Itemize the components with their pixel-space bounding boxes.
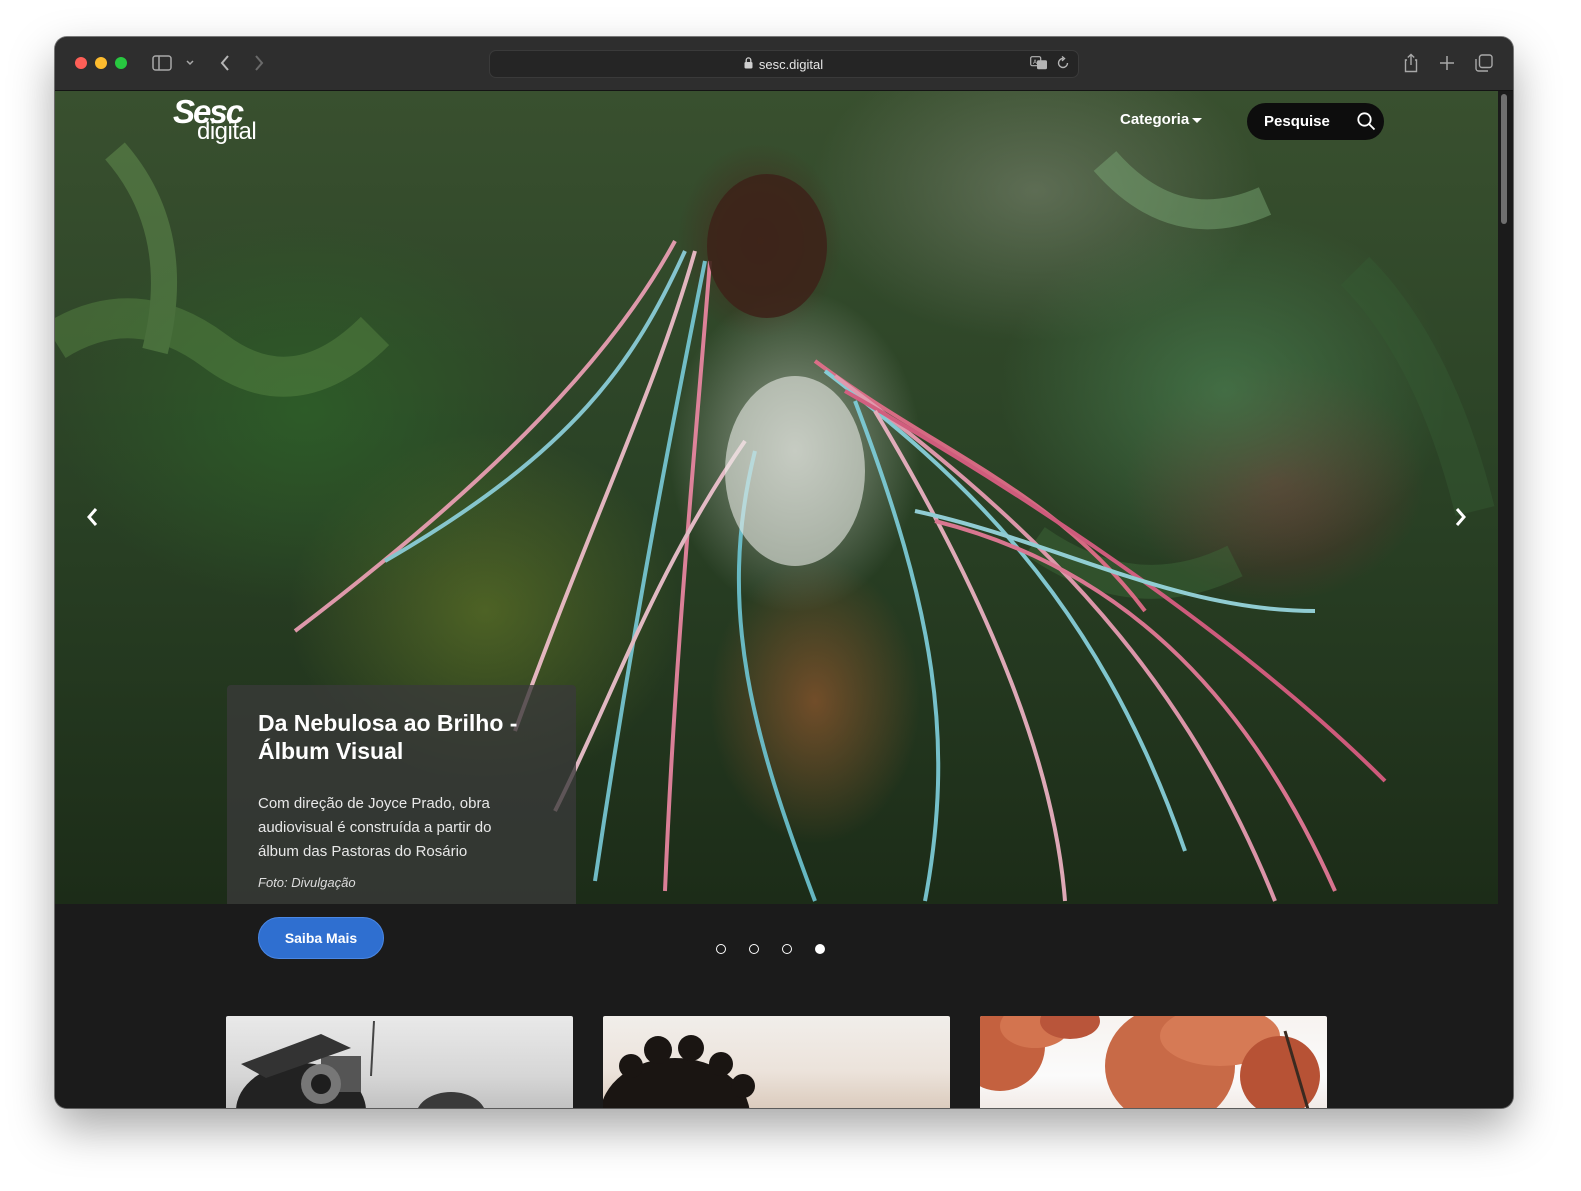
chevron-down-icon[interactable] [183, 51, 197, 75]
search-icon [1356, 111, 1376, 136]
slide-caption: Da Nebulosa ao Brilho - Álbum Visual Com… [227, 685, 576, 904]
share-icon[interactable] [1400, 51, 1422, 75]
card-3-image [980, 1016, 1320, 1108]
chevron-left-icon[interactable] [215, 51, 235, 75]
carousel-prev-icon[interactable] [81, 503, 105, 531]
learn-more-button[interactable]: Saiba Mais [258, 917, 384, 959]
address-bar[interactable]: sesc.digital A [489, 50, 1079, 78]
sidebar-icon[interactable] [151, 51, 173, 75]
plus-icon[interactable] [1436, 51, 1458, 75]
hero-carousel: Sesc digital Categoria Pesquise Da Nebul… [55, 91, 1498, 904]
content-card-2[interactable] [603, 1016, 950, 1108]
search-button[interactable]: Pesquise [1247, 103, 1384, 140]
zoom-window-button[interactable] [115, 57, 127, 69]
browser-toolbar: sesc.digital A [55, 37, 1513, 91]
content-card-1[interactable] [226, 1016, 573, 1108]
photo-credit: Foto: Divulgação [258, 875, 356, 890]
search-label: Pesquise [1264, 113, 1330, 130]
category-menu[interactable]: Categoria [1120, 111, 1203, 128]
content-card-3[interactable] [980, 1016, 1327, 1108]
lock-icon [744, 57, 753, 72]
tabs-icon[interactable] [1473, 51, 1495, 75]
page-scrollbar[interactable] [1501, 94, 1507, 224]
card-1-image [236, 1020, 484, 1108]
logo-digital-text: digital [197, 118, 257, 145]
carousel-dot-3[interactable] [782, 944, 792, 954]
carousel-next-icon[interactable] [1448, 503, 1472, 531]
caret-down-icon [1192, 111, 1203, 128]
carousel-dot-2[interactable] [749, 944, 759, 954]
reload-icon[interactable] [1056, 55, 1070, 73]
category-label: Categoria [1120, 111, 1190, 128]
translate-icon[interactable]: A [1030, 56, 1048, 73]
carousel-dot-1[interactable] [716, 944, 726, 954]
browser-window: sesc.digital A Sesc digital Categoria Pe… [55, 37, 1513, 1108]
site-logo[interactable]: Sesc digital [173, 95, 257, 145]
card-2-image [603, 1035, 755, 1108]
slide-description: Com direção de Joyce Prado, obra audiovi… [258, 795, 492, 860]
url-text: sesc.digital [758, 56, 824, 72]
carousel-indicators [716, 944, 825, 954]
carousel-dot-4[interactable] [815, 944, 825, 954]
chevron-right-icon[interactable] [249, 51, 269, 75]
page-viewport: Sesc digital Categoria Pesquise Da Nebul… [55, 91, 1513, 1108]
minimize-window-button[interactable] [95, 57, 107, 69]
slide-title: Da Nebulosa ao Brilho - Álbum Visual [258, 710, 518, 764]
close-window-button[interactable] [75, 57, 87, 69]
